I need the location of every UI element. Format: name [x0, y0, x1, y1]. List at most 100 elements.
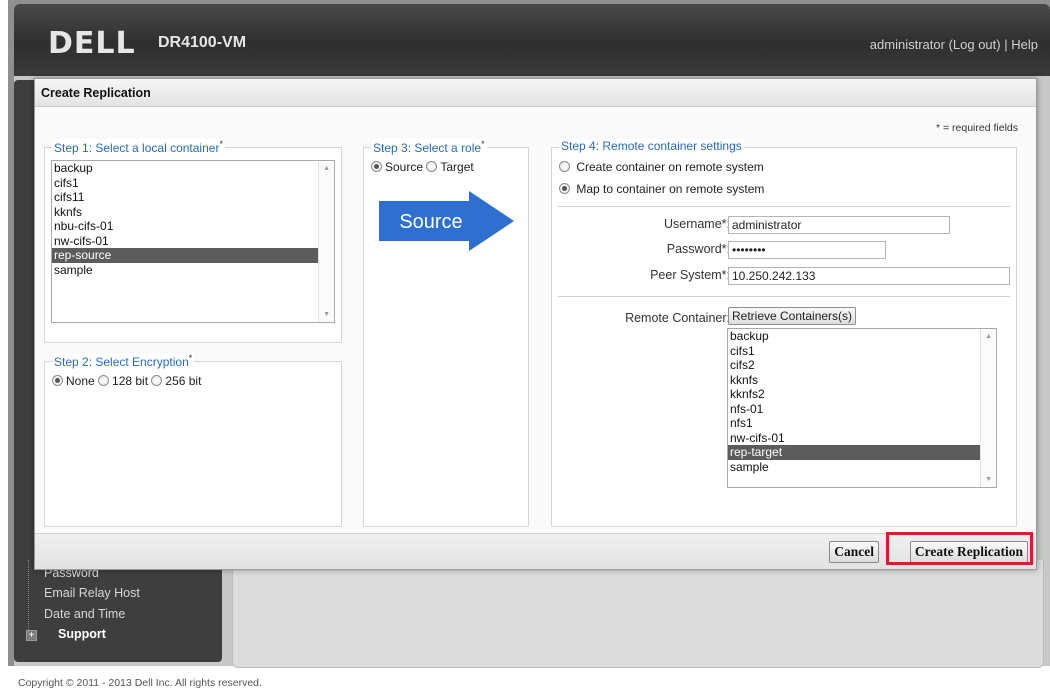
scroll-up-icon[interactable]: ▲ [323, 165, 330, 172]
encryption-none-option[interactable]: None [52, 374, 95, 388]
option-label: Create container on remote system [576, 160, 764, 174]
list-item[interactable]: backup [728, 329, 996, 344]
step3-legend-text: Step 3: Select a role [373, 141, 482, 155]
username-input[interactable] [728, 216, 950, 234]
cancel-button[interactable]: Cancel [829, 541, 879, 563]
list-item[interactable]: cifs2 [728, 358, 996, 373]
step4-legend: Step 4: Remote container settings [559, 139, 744, 153]
role-direction-arrow-icon: Source [379, 191, 514, 251]
list-item[interactable]: cifs1 [52, 176, 334, 191]
list-item[interactable]: rep-source [52, 248, 334, 263]
step1-legend-text: Step 1: Select a local container [54, 141, 220, 155]
option-label: 128 bit [112, 374, 149, 388]
list-item[interactable]: kknfs [52, 205, 334, 220]
retrieve-containers-button[interactable]: Retrieve Containers(s) [728, 307, 857, 325]
main-panel [232, 560, 1044, 668]
step3-legend: Step 3: Select a role* [371, 139, 487, 155]
user-links: administrator (Log out) | Help [870, 37, 1038, 52]
label-text: Password [666, 242, 722, 256]
create-replication-dialog: Create Replication * = required fields S… [34, 78, 1037, 570]
encryption-128-option[interactable]: 128 bit [98, 374, 148, 388]
list-item[interactable]: nw-cifs-01 [728, 431, 996, 446]
list-item[interactable]: rep-target [728, 445, 996, 460]
role-options: Source Target [371, 160, 474, 174]
option-label: 256 bit [165, 374, 202, 388]
option-label: Map to container on remote system [576, 182, 765, 196]
list-item[interactable]: kknfs2 [728, 387, 996, 402]
list-item[interactable]: nfs1 [728, 416, 996, 431]
radio-icon[interactable] [151, 375, 163, 386]
peer-system-input[interactable] [728, 267, 1010, 285]
scrollbar[interactable]: ▲ ▼ [980, 329, 996, 487]
expand-icon[interactable]: + [26, 630, 37, 641]
divider [558, 296, 1010, 297]
required-mark: * [188, 353, 193, 363]
app-header: DELL DR4100-VM administrator (Log out) |… [14, 4, 1050, 76]
list-item[interactable]: cifs1 [728, 344, 996, 359]
step2-legend-text: Step 2: Select Encryption [54, 355, 189, 369]
scroll-up-icon[interactable]: ▲ [985, 333, 992, 340]
list-items: backup cifs1 cifs11 kknfs nbu-cifs-01 nw-cifs… [52, 161, 334, 277]
list-item[interactable]: backup [52, 161, 334, 176]
copyright: Copyright © 2011 - 2013 Dell Inc. All ri… [18, 677, 262, 689]
encryption-256-option[interactable]: 256 bit [151, 374, 201, 388]
sidebar-item-support[interactable]: Support [58, 627, 106, 641]
step1-legend: Step 1: Select a local container* [52, 139, 225, 155]
option-label: Target [440, 160, 474, 174]
arrow-label: Source [399, 211, 462, 233]
username-label: Username*: [664, 217, 730, 231]
username-label: administrator [869, 37, 945, 52]
step4-panel: Step 4: Remote container settings Create… [551, 139, 1017, 527]
link-separator: | [1004, 37, 1008, 52]
radio-icon[interactable] [559, 183, 570, 194]
step2-legend: Step 2: Select Encryption* [52, 353, 195, 369]
option-label: Source [385, 160, 424, 174]
radio-icon[interactable] [52, 375, 63, 386]
sidebar-item-email-relay-host[interactable]: Email Relay Host [44, 586, 140, 600]
list-item[interactable]: nfs-01 [728, 402, 996, 417]
create-remote-option[interactable]: Create container on remote system [559, 160, 764, 174]
map-remote-option[interactable]: Map to container on remote system [559, 182, 764, 196]
sidebar-item-date-and-time[interactable]: Date and Time [44, 607, 125, 621]
list-item[interactable]: nw-cifs-01 [52, 234, 334, 249]
scroll-down-icon[interactable]: ▼ [985, 476, 992, 483]
password-input[interactable] [728, 241, 886, 259]
scrollbar[interactable]: ▲ ▼ [318, 161, 334, 322]
list-item[interactable]: kknfs [728, 373, 996, 388]
product-name: DR4100-VM [158, 34, 247, 51]
required-mark: * [481, 139, 485, 149]
required-mark: * [219, 139, 223, 149]
role-source-option[interactable]: Source [371, 160, 423, 174]
radio-icon[interactable] [559, 161, 570, 172]
list-item[interactable]: cifs11 [52, 190, 334, 205]
peer-system-label: Peer System*: [650, 268, 730, 282]
radio-icon[interactable] [371, 161, 382, 172]
remote-container-list[interactable]: backup cifs1 cifs2 kknfs kknfs2 nfs-01 nfs1 nw-… [727, 328, 997, 488]
dell-logo: DELL [48, 26, 136, 61]
label-text: Username [663, 217, 722, 231]
password-label: Password*: [667, 242, 730, 256]
scroll-down-icon[interactable]: ▼ [323, 311, 330, 318]
list-items: backup cifs1 cifs2 kknfs kknfs2 nfs-01 nfs1 nw-… [728, 329, 996, 474]
list-item[interactable]: sample [52, 263, 334, 278]
radio-icon[interactable] [426, 161, 438, 172]
required-note: * = required fields [935, 122, 1018, 134]
divider [558, 206, 1010, 207]
radio-icon[interactable] [98, 375, 110, 386]
create-replication-button[interactable]: Create Replication [909, 541, 1028, 563]
step2-panel: Step 2: Select Encryption* None 128 bit … [44, 353, 342, 527]
help-link[interactable]: Help [1011, 37, 1038, 52]
encryption-options: None 128 bit 256 bit [52, 374, 201, 388]
dialog-title: Create Replication [35, 79, 1036, 107]
logout-link[interactable]: (Log out) [949, 37, 1001, 52]
dialog-footer: Cancel Create Replication [35, 533, 1036, 569]
local-container-list[interactable]: backup cifs1 cifs11 kknfs nbu-cifs-01 nw-cifs… [51, 160, 335, 323]
remote-container-label: Remote Container: [625, 311, 730, 325]
step1-panel: Step 1: Select a local container* backup… [44, 139, 342, 343]
label-text: Peer System [650, 268, 722, 282]
list-item[interactable]: sample [728, 460, 996, 475]
option-label: None [66, 374, 95, 388]
list-item[interactable]: nbu-cifs-01 [52, 219, 334, 234]
tree-line [28, 560, 29, 640]
role-target-option[interactable]: Target [426, 160, 474, 174]
